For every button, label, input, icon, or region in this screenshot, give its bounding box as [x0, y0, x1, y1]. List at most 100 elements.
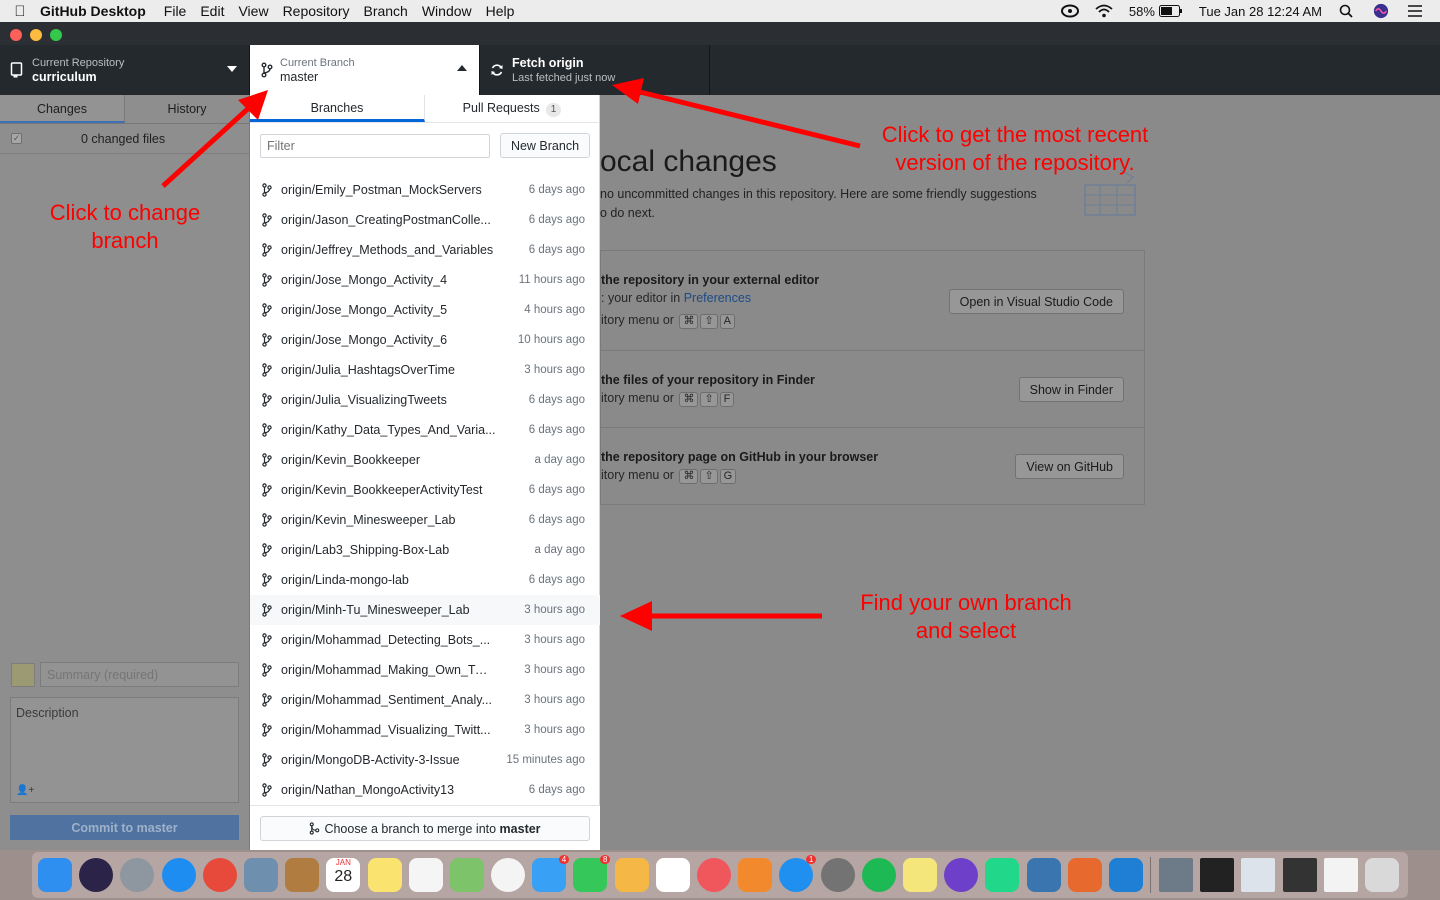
- branch-list-item[interactable]: origin/Julia_VisualizingTweets 6 days ago: [250, 385, 600, 415]
- notes-icon[interactable]: [367, 858, 402, 892]
- commit-summary-input[interactable]: [40, 662, 239, 687]
- siri-dock-icon[interactable]: [79, 858, 114, 892]
- github-desktop-icon[interactable]: [944, 858, 979, 892]
- pycharm-icon[interactable]: [985, 858, 1020, 892]
- creative-cloud-icon[interactable]: [1060, 4, 1079, 18]
- branch-list-item[interactable]: origin/Kevin_Minesweeper_Lab 6 days ago: [250, 505, 600, 535]
- window-minimize-button[interactable]: [30, 29, 42, 41]
- branch-list-item[interactable]: origin/Minh-Tu_Minesweeper_Lab 3 hours ag…: [250, 595, 600, 625]
- preferences-link[interactable]: Preferences: [684, 291, 751, 305]
- minimized-window-icon[interactable]: [1282, 858, 1317, 892]
- window-maximize-button[interactable]: [50, 29, 62, 41]
- siri-icon[interactable]: [1372, 3, 1390, 19]
- show-in-finder-button[interactable]: Show in Finder: [1018, 377, 1124, 402]
- reminders-icon[interactable]: [408, 858, 443, 892]
- trash-icon[interactable]: [1365, 858, 1399, 892]
- launchpad-icon[interactable]: [120, 858, 155, 892]
- branch-list-item[interactable]: origin/Linda-mongo-lab 6 days ago: [250, 565, 600, 595]
- branch-list-item[interactable]: origin/Mohammad_Detecting_Bots_... 3 hour…: [250, 625, 600, 655]
- spotify-icon[interactable]: [861, 858, 896, 892]
- add-coauthor-icon[interactable]: 👤+: [16, 785, 34, 796]
- menu-branch[interactable]: Branch: [363, 3, 407, 19]
- spotlight-search-icon[interactable]: [1338, 4, 1356, 18]
- menu-view[interactable]: View: [238, 3, 268, 19]
- minimized-window-icon[interactable]: [1200, 858, 1235, 892]
- branch-list: origin/Emily_Postman_MockServers 6 days a…: [250, 175, 600, 805]
- branch-updated-time: 6 days ago: [528, 514, 585, 526]
- git-branch-icon: [262, 423, 272, 437]
- menu-help[interactable]: Help: [486, 3, 515, 19]
- tab-history[interactable]: History: [125, 95, 249, 123]
- branch-list-item[interactable]: origin/Kevin_Bookkeeper a day ago: [250, 445, 600, 475]
- select-all-checkbox[interactable]: ✓: [11, 133, 22, 144]
- clock[interactable]: Tue Jan 28 12:24 AM: [1199, 4, 1322, 19]
- current-branch-button[interactable]: Current Branch master: [250, 45, 480, 95]
- branch-list-item[interactable]: origin/Lab3_Shipping-Box-Lab a day ago: [250, 535, 600, 565]
- tab-pull-requests[interactable]: Pull Requests 1: [425, 95, 599, 122]
- branch-dropdown-tabs: Branches Pull Requests 1: [250, 95, 599, 123]
- menu-edit[interactable]: Edit: [200, 3, 224, 19]
- toolbar: Current Repository curriculum Current Br…: [0, 45, 1440, 95]
- numbers-icon[interactable]: [655, 858, 690, 892]
- fetch-origin-button[interactable]: Fetch origin Last fetched just now: [480, 45, 710, 95]
- branch-list-item[interactable]: origin/Mohammad_Visualizing_Twitt... 3 ho…: [250, 715, 600, 745]
- branch-list-item[interactable]: origin/Jeffrey_Methods_and_Variables 6 da…: [250, 235, 600, 265]
- branch-list-item[interactable]: origin/Julia_HashtagsOverTime 3 hours ago: [250, 355, 600, 385]
- notification-center-icon[interactable]: [1406, 4, 1424, 18]
- branch-list-item[interactable]: origin/Jason_CreatingPostmanColle... 6 da…: [250, 205, 600, 235]
- branch-list-item[interactable]: origin/Kathy_Data_Types_And_Varia... 6 da…: [250, 415, 600, 445]
- branch-list-item[interactable]: origin/Emily_Postman_MockServers 6 days a…: [250, 175, 600, 205]
- chrome-icon[interactable]: [202, 858, 237, 892]
- app-store-icon[interactable]: 1: [779, 855, 817, 892]
- messages-icon[interactable]: 4: [532, 855, 570, 892]
- calendar-icon[interactable]: JAN 28: [326, 858, 361, 892]
- photos-icon[interactable]: [491, 858, 526, 892]
- window-close-button[interactable]: [10, 29, 22, 41]
- merge-branch-button[interactable]: Choose a branch to merge into master: [260, 816, 590, 841]
- music-icon[interactable]: [697, 858, 731, 892]
- safari-icon[interactable]: [161, 858, 196, 892]
- view-on-github-button[interactable]: View on GitHub: [1015, 454, 1124, 479]
- app-menu-name[interactable]: GitHub Desktop: [40, 3, 146, 19]
- open-in-editor-button[interactable]: Open in Visual Studio Code: [948, 289, 1124, 314]
- battery-icon[interactable]: [1158, 5, 1183, 17]
- menu-repository[interactable]: Repository: [283, 3, 350, 19]
- tab-changes[interactable]: Changes: [0, 95, 125, 123]
- branch-list-item[interactable]: origin/Jose_Mongo_Activity_4 11 hours ago: [250, 265, 600, 295]
- branch-updated-time: 6 days ago: [528, 484, 585, 496]
- stickies-icon[interactable]: [902, 858, 937, 892]
- branch-filter-input[interactable]: [260, 134, 490, 158]
- vscode-icon[interactable]: [1108, 858, 1143, 892]
- branch-list-item[interactable]: origin/Kevin_BookkeeperActivityTest 6 day…: [250, 475, 600, 505]
- minimized-window-icon[interactable]: [1159, 858, 1194, 892]
- pages-icon[interactable]: [614, 858, 649, 892]
- commit-button[interactable]: Commit to master: [10, 815, 239, 840]
- current-repository-button[interactable]: Current Repository curriculum: [0, 45, 250, 95]
- books-icon[interactable]: [738, 858, 773, 892]
- editor-suggestion-line: : your editor in Preferences: [601, 291, 751, 305]
- branch-list-item[interactable]: origin/Jose_Mongo_Activity_5 4 hours ago: [250, 295, 600, 325]
- system-preferences-icon[interactable]: [820, 858, 855, 892]
- maps-icon[interactable]: [449, 858, 484, 892]
- menu-file[interactable]: File: [164, 3, 187, 19]
- mail-icon[interactable]: [243, 858, 278, 892]
- contacts-icon[interactable]: [285, 858, 320, 892]
- matlab-icon[interactable]: [1067, 858, 1102, 892]
- facetime-icon[interactable]: 8: [573, 855, 611, 892]
- python-launcher-icon[interactable]: [1026, 858, 1061, 892]
- branch-list-item[interactable]: origin/Jose_Mongo_Activity_6 10 hours ago: [250, 325, 600, 355]
- minimized-window-icon[interactable]: [1323, 858, 1358, 892]
- menu-window[interactable]: Window: [422, 3, 472, 19]
- minimized-window-icon[interactable]: [1241, 858, 1276, 892]
- apple-menu-icon[interactable]: : [0, 3, 40, 20]
- branch-list-item[interactable]: origin/MongoDB-Activity-3-Issue 15 minute…: [250, 745, 600, 775]
- wifi-icon[interactable]: [1095, 4, 1113, 18]
- branch-list-item[interactable]: origin/Mohammad_Making_Own_Twi... 3 hours…: [250, 655, 600, 685]
- finder-icon[interactable]: [38, 858, 72, 892]
- branch-name: origin/Mohammad_Visualizing_Twitt...: [281, 723, 491, 737]
- branch-list-item[interactable]: origin/Mohammad_Sentiment_Analy... 3 hour…: [250, 685, 600, 715]
- branch-list-item[interactable]: origin/Nathan_MongoActivity13 6 days ago: [250, 775, 600, 805]
- tab-branches[interactable]: Branches: [250, 95, 425, 122]
- new-branch-button[interactable]: New Branch: [500, 133, 590, 158]
- commit-description-field[interactable]: Description 👤+: [10, 697, 239, 803]
